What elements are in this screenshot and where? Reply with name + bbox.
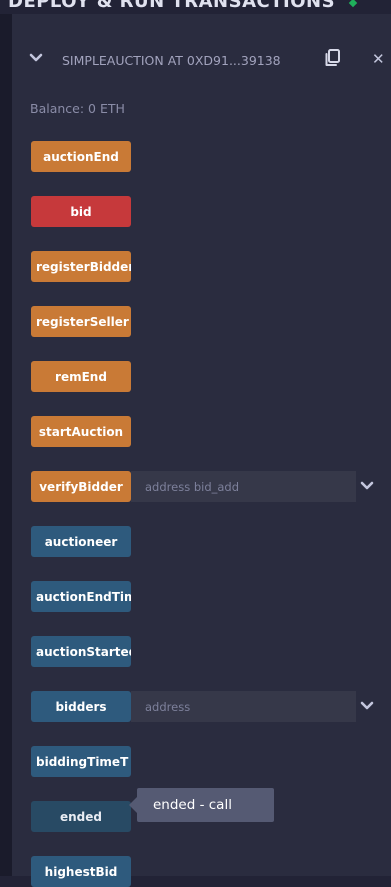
verify-bidder-button[interactable]: verifyBidder	[31, 471, 131, 502]
chevron-down-icon[interactable]	[360, 479, 374, 493]
bidding-time-button[interactable]: biddingTimeT	[31, 746, 131, 777]
chevron-down-icon[interactable]	[29, 51, 43, 65]
balance-label: Balance: 0 ETH	[30, 101, 125, 116]
contract-address-label: SIMPLEAUCTION AT 0XD91...39138	[62, 53, 281, 68]
side-strip	[0, 14, 12, 876]
copy-icon[interactable]	[325, 49, 341, 67]
status-indicator-icon	[348, 0, 358, 8]
contract-header[interactable]: SIMPLEAUCTION AT 0XD91...39138 ✕	[12, 42, 391, 76]
auction-started-button[interactable]: auctionStarted	[31, 636, 131, 667]
highest-bid-button[interactable]: highestBid	[31, 856, 131, 887]
ended-button[interactable]: ended	[31, 801, 131, 832]
rem-end-button[interactable]: remEnd	[31, 361, 131, 392]
bid-button[interactable]: bid	[31, 196, 131, 227]
auctioneer-button[interactable]: auctioneer	[31, 526, 131, 557]
chevron-down-icon[interactable]	[360, 699, 374, 713]
start-auction-button[interactable]: startAuction	[31, 416, 131, 447]
bidders-address-input[interactable]	[131, 691, 356, 722]
section-title: DEPLOY & RUN TRANSACTIONS	[8, 0, 336, 12]
ended-tooltip: ended - call	[129, 788, 274, 822]
auction-end-button[interactable]: auctionEnd	[31, 141, 131, 172]
panel-title-bar: DEPLOY & RUN TRANSACTIONS	[0, 0, 391, 14]
close-icon[interactable]: ✕	[372, 50, 385, 68]
verify-bidder-address-input[interactable]	[131, 471, 356, 502]
bidders-button[interactable]: bidders	[31, 691, 131, 722]
register-bidder-button[interactable]: registerBidder	[31, 251, 131, 282]
register-seller-button[interactable]: registerSeller	[31, 306, 131, 337]
deployed-contract-panel: SIMPLEAUCTION AT 0XD91...39138 ✕ Balance…	[12, 14, 391, 887]
auction-end-time-button[interactable]: auctionEndTime	[31, 581, 131, 612]
